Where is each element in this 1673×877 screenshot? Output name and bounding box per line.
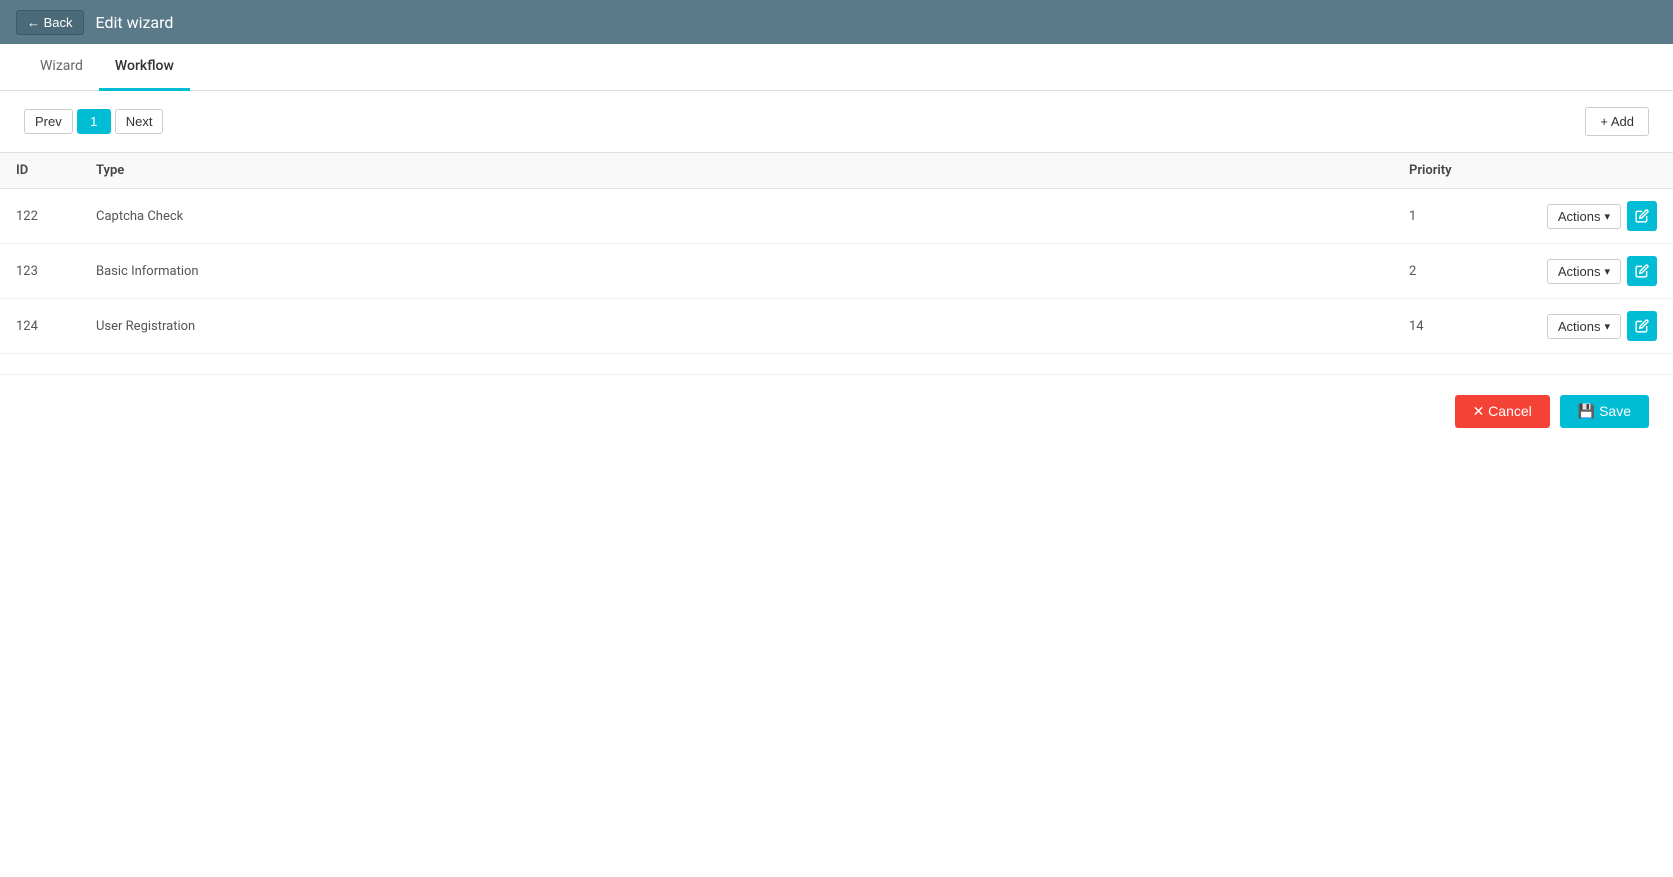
cell-id: 123 — [0, 244, 80, 299]
table-row: 122 Captcha Check 1 Actions — [0, 189, 1673, 244]
col-header-priority: Priority — [1393, 153, 1513, 189]
back-button[interactable]: ← Back — [16, 10, 84, 35]
cell-priority: 1 — [1393, 189, 1513, 244]
current-page-button[interactable]: 1 — [77, 109, 111, 134]
cell-actions: Actions — [1513, 189, 1673, 244]
pagination: Prev 1 Next — [24, 109, 163, 134]
save-button[interactable]: 💾 Save — [1560, 395, 1649, 428]
cell-priority: 14 — [1393, 299, 1513, 354]
cell-type: Basic Information — [80, 244, 1393, 299]
cell-actions: Actions — [1513, 299, 1673, 354]
col-header-type: Type — [80, 153, 1393, 189]
edit-icon — [1635, 209, 1649, 223]
add-button[interactable]: + Add — [1585, 107, 1649, 136]
col-header-actions — [1513, 153, 1673, 189]
actions-dropdown-button[interactable]: Actions — [1547, 204, 1621, 229]
edit-icon — [1635, 319, 1649, 333]
tabs-row: Wizard Workflow — [0, 44, 1673, 91]
table-row: 123 Basic Information 2 Actions — [0, 244, 1673, 299]
data-table: ID Type Priority 122 Captcha Check 1 Act… — [0, 152, 1673, 354]
footer-actions: ✕ Cancel 💾 Save — [0, 374, 1673, 448]
cell-id: 124 — [0, 299, 80, 354]
actions-dropdown-button[interactable]: Actions — [1547, 314, 1621, 339]
edit-button[interactable] — [1627, 201, 1657, 231]
actions-group: Actions — [1529, 311, 1657, 341]
actions-group: Actions — [1529, 201, 1657, 231]
table-header-row: ID Type Priority — [0, 153, 1673, 189]
tab-wizard[interactable]: Wizard — [24, 44, 99, 91]
next-button[interactable]: Next — [115, 109, 164, 134]
prev-button[interactable]: Prev — [24, 109, 73, 134]
cancel-button[interactable]: ✕ Cancel — [1455, 395, 1550, 428]
edit-button[interactable] — [1627, 311, 1657, 341]
toolbar: Prev 1 Next + Add — [0, 91, 1673, 152]
cell-id: 122 — [0, 189, 80, 244]
actions-dropdown-button[interactable]: Actions — [1547, 259, 1621, 284]
main-content: Wizard Workflow Prev 1 Next + Add ID Typ… — [0, 44, 1673, 877]
cell-type: User Registration — [80, 299, 1393, 354]
header-bar: ← Back Edit wizard — [0, 0, 1673, 44]
cell-actions: Actions — [1513, 244, 1673, 299]
actions-group: Actions — [1529, 256, 1657, 286]
tab-workflow[interactable]: Workflow — [99, 44, 190, 91]
page-title: Edit wizard — [96, 13, 174, 32]
table-row: 124 User Registration 14 Actions — [0, 299, 1673, 354]
col-header-id: ID — [0, 153, 80, 189]
edit-button[interactable] — [1627, 256, 1657, 286]
cell-type: Captcha Check — [80, 189, 1393, 244]
edit-icon — [1635, 264, 1649, 278]
cell-priority: 2 — [1393, 244, 1513, 299]
